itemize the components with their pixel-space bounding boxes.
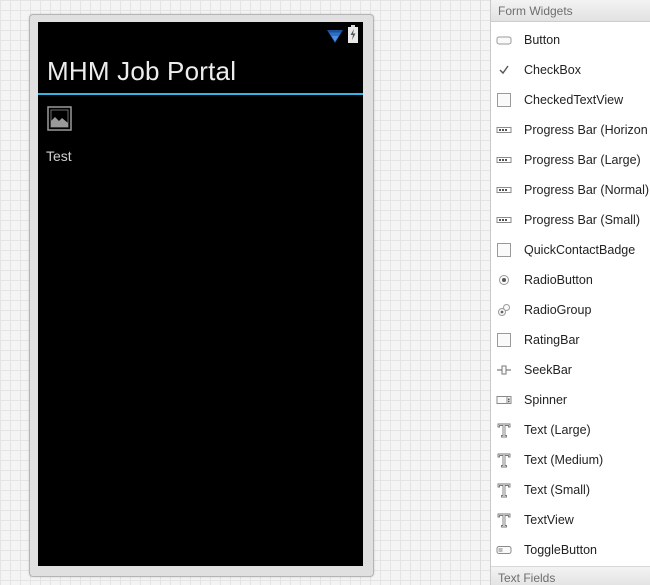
content-text-view[interactable]: Test [46,148,72,164]
palette-panel: Form Widgets Button CheckBox CheckedText… [490,0,650,585]
palette-item-label: Progress Bar (Large) [524,153,641,167]
progress-bar-icon [496,212,512,228]
spinner-icon [496,392,512,408]
palette-item-label: Progress Bar (Small) [524,213,640,227]
palette-item-label: Progress Bar (Horizon [524,123,648,137]
palette-list: Button CheckBox CheckedTextView Progress… [491,25,650,565]
palette-item-label: Button [524,33,561,47]
palette-item-checkbox[interactable]: CheckBox [491,55,650,85]
palette-item-label: TextView [524,513,574,527]
palette-item-label: RadioButton [524,273,593,287]
palette-item-button[interactable]: Button [491,25,650,55]
palette-item-progress-bar-large[interactable]: Progress Bar (Large) [491,145,650,175]
palette-section-header-text-fields[interactable]: Text Fields [491,566,650,585]
image-placeholder-icon[interactable] [47,106,72,131]
palette-item-text-large[interactable]: Text (Large) [491,415,650,445]
palette-item-label: CheckedTextView [524,93,624,107]
progress-bar-icon [496,122,512,138]
palette-item-text-small[interactable]: Text (Small) [491,475,650,505]
checked-text-view-icon [496,92,512,108]
palette-item-seek-bar[interactable]: SeekBar [491,355,650,385]
palette-item-progress-bar-normal[interactable]: Progress Bar (Normal) [491,175,650,205]
status-bar [38,22,363,47]
seek-bar-icon [496,362,512,378]
quick-contact-badge-icon [496,242,512,258]
palette-item-label: Text (Large) [524,423,591,437]
text-icon [496,452,512,468]
button-icon [496,32,512,48]
progress-bar-icon [496,182,512,198]
action-bar: MHM Job Portal [38,47,363,95]
rating-bar-icon [496,332,512,348]
device-screen[interactable]: MHM Job Portal Test [38,22,363,566]
palette-item-label: CheckBox [524,63,581,77]
palette-item-progress-bar-small[interactable]: Progress Bar (Small) [491,205,650,235]
palette-item-label: Text (Medium) [524,453,604,467]
palette-item-text-medium[interactable]: Text (Medium) [491,445,650,475]
palette-item-label: SeekBar [524,363,572,377]
palette-item-text-view[interactable]: TextView [491,505,650,535]
palette-item-label: Text (Small) [524,483,590,497]
progress-bar-icon [496,152,512,168]
palette-item-label: RatingBar [524,333,580,347]
palette-item-radio-button[interactable]: RadioButton [491,265,650,295]
radio-button-icon [496,272,512,288]
app-title: MHM Job Portal [47,56,237,86]
palette-item-toggle-button[interactable]: ToggleButton [491,535,650,565]
palette-item-checked-text-view[interactable]: CheckedTextView [491,85,650,115]
palette-item-label: ToggleButton [524,543,597,557]
palette-item-radio-group[interactable]: RadioGroup [491,295,650,325]
wifi-icon [327,30,343,43]
palette-item-label: Spinner [524,393,568,407]
palette-item-label: QuickContactBadge [524,243,636,257]
palette-item-rating-bar[interactable]: RatingBar [491,325,650,355]
panel-divider [480,0,481,585]
text-icon [496,482,512,498]
text-icon [496,422,512,438]
toggle-button-icon [496,542,512,558]
text-icon [496,512,512,528]
palette-section-header[interactable]: Form Widgets [491,0,650,22]
radio-group-icon [496,302,512,318]
battery-charging-icon [348,25,358,43]
checkbox-icon [496,62,512,78]
palette-item-label: RadioGroup [524,303,592,317]
palette-item-progress-bar-horizontal[interactable]: Progress Bar (Horizon [491,115,650,145]
palette-item-label: Progress Bar (Normal) [524,183,650,197]
palette-item-spinner[interactable]: Spinner [491,385,650,415]
palette-item-quick-contact-badge[interactable]: QuickContactBadge [491,235,650,265]
